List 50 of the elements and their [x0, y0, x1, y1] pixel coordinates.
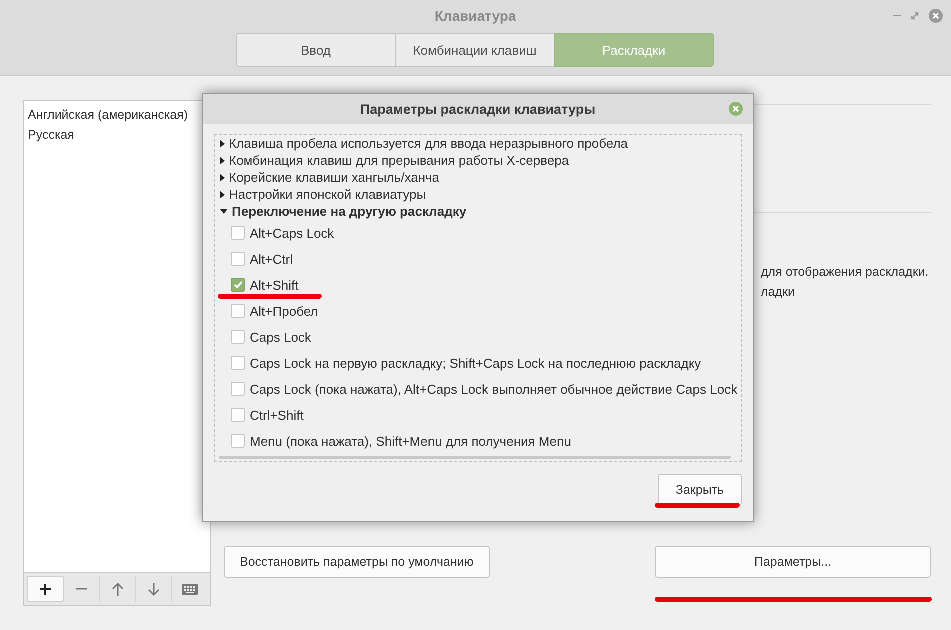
description-text: ладки — [761, 284, 796, 301]
checkbox[interactable] — [231, 252, 245, 266]
description-text: для отображения раскладки. — [761, 264, 930, 281]
expand-triangle-icon — [220, 174, 225, 182]
arrow-down-icon — [148, 582, 160, 596]
restore-defaults-button[interactable]: Восстановить параметры по умолчанию — [224, 546, 490, 578]
minus-icon — [76, 588, 87, 590]
add-button[interactable] — [27, 576, 64, 602]
checkbox[interactable] — [231, 434, 245, 448]
expand-triangle-icon — [220, 140, 225, 148]
checkbox[interactable] — [231, 382, 245, 396]
option-checkbox[interactable]: Caps Lock — [215, 324, 741, 350]
checkbox[interactable] — [231, 304, 245, 318]
close-icon[interactable] — [729, 102, 743, 116]
maximize-icon[interactable] — [911, 12, 919, 20]
expand-triangle-icon — [220, 190, 225, 198]
option-checkbox[interactable]: Alt+Ctrl — [215, 246, 741, 272]
checkbox[interactable] — [231, 330, 245, 344]
scrollbar[interactable] — [219, 456, 731, 459]
arrow-up-icon — [112, 582, 124, 596]
option-checkbox[interactable]: Caps Lock на первую раскладку; Shift+Caps Lock на последнюю раскладку — [215, 350, 741, 376]
option-checkbox[interactable]: Menu (пока нажата), Shift+Menu для получения Menu — [215, 428, 741, 454]
layout-item[interactable]: Русская — [28, 125, 206, 145]
checkbox[interactable] — [231, 356, 245, 370]
option-checkbox[interactable]: Alt+Caps Lock — [215, 220, 741, 246]
window-title: Клавиатура — [434, 8, 516, 24]
dialog-title: Параметры раскладки клавиатуры — [360, 102, 596, 116]
minimize-icon[interactable] — [893, 15, 901, 17]
option-checkbox[interactable]: Alt+Пробел — [215, 298, 741, 324]
plus-icon — [40, 584, 51, 594]
option-checkbox[interactable]: Alt+Shift — [215, 272, 741, 298]
collapse-triangle-icon — [220, 209, 228, 214]
layout-item[interactable]: Английская (американская) — [28, 105, 206, 125]
tree-item[interactable]: Клавиша пробела используется для ввода неразрывного пробела — [215, 135, 741, 152]
close-icon[interactable] — [929, 9, 943, 23]
checkbox[interactable] — [231, 408, 245, 422]
keyboard-icon — [182, 584, 198, 594]
options-button[interactable]: Параметры... — [655, 546, 931, 578]
tab[interactable]: Комбинации клавиш — [395, 33, 555, 67]
tree-item[interactable]: Корейские клавиши хангыль/ханча — [215, 169, 741, 186]
expand-triangle-icon — [220, 156, 225, 164]
tree-item[interactable]: Настройки японской клавиатуры — [215, 186, 741, 203]
checkbox[interactable] — [231, 278, 245, 292]
tree-item[interactable]: Комбинация клавиш для прерывания работы X-сервера — [215, 152, 741, 169]
option-checkbox[interactable]: Caps Lock (пока нажата), Alt+Caps Lock выполняет обычное действие Caps Lock — [215, 376, 741, 402]
checkbox[interactable] — [231, 226, 245, 240]
tree-item[interactable]: Переключение на другую раскладку — [215, 203, 741, 220]
tab[interactable]: Ввод — [236, 33, 396, 67]
close-button[interactable]: Закрыть — [658, 474, 742, 506]
option-checkbox[interactable]: Ctrl+Shift — [215, 402, 741, 428]
